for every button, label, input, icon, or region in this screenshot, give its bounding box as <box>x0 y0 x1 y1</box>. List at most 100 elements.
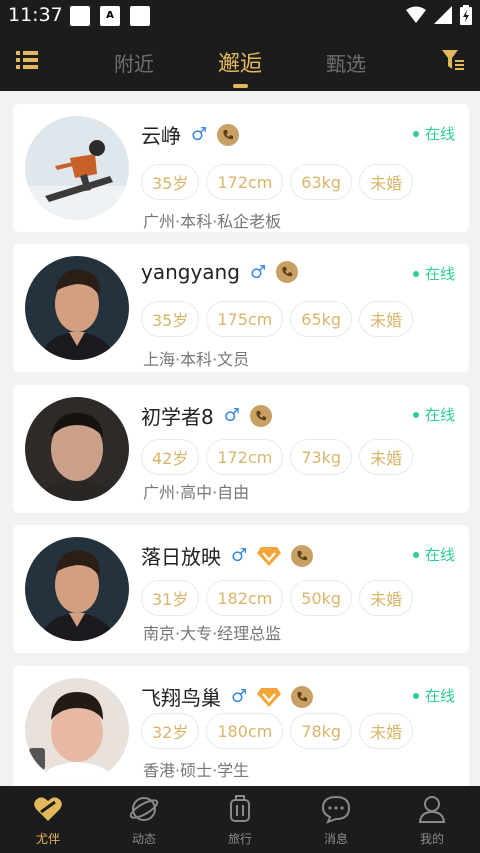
phone-icon[interactable] <box>217 123 240 146</box>
user-meta: 广州·本科·私企老板 <box>143 212 282 231</box>
male-icon: ♂ <box>223 405 240 426</box>
user-meta: 广州·高中·自由 <box>143 483 250 502</box>
user-name: yangyang <box>141 260 240 284</box>
man-avatar <box>25 256 129 360</box>
phone-icon[interactable] <box>291 544 314 567</box>
age-tag: 35岁 <box>141 301 200 337</box>
top-nav: 附近 邂逅 甄选 <box>0 32 480 91</box>
age-tag: 42岁 <box>141 439 200 475</box>
user-name: 落日放映 <box>141 545 221 569</box>
luggage-icon <box>230 795 250 822</box>
avatar[interactable] <box>25 256 129 360</box>
name-row: 初学者8 ♂ <box>141 401 272 430</box>
marital-tag: 未婚 <box>359 713 414 749</box>
filter-icon[interactable] <box>442 49 464 71</box>
user-card[interactable]: yangyang ♂ 在线 35岁 175cm 65kg 未婚 上海·本科·文员 <box>13 244 469 372</box>
nav-moments[interactable]: 动态 <box>96 786 192 853</box>
phone-icon[interactable] <box>249 404 272 427</box>
nav-label: 尤伴 <box>35 832 60 846</box>
nav-label: 动态 <box>131 832 156 846</box>
weight-tag: 65kg <box>290 301 353 337</box>
keyboard-icon: A <box>100 6 120 26</box>
user-meta: 香港·硕士·学生 <box>143 761 250 780</box>
weight-tag: 73kg <box>290 439 353 475</box>
signal-icon <box>434 6 452 24</box>
tag-list: 42岁 172cm 73kg 未婚 <box>141 439 414 475</box>
avatar[interactable] <box>25 678 129 782</box>
name-row: 落日放映 ♂ <box>141 541 314 570</box>
online-status: 在线 <box>412 685 455 706</box>
user-card[interactable]: 云峥 ♂ 在线 35岁 172cm 63kg 未婚 广州·本科·私企老板 <box>13 104 469 232</box>
marital-tag: 未婚 <box>359 301 414 337</box>
user-list: 云峥 ♂ 在线 35岁 172cm 63kg 未婚 广州·本科·私企老板 yan… <box>0 91 480 786</box>
nav-youban[interactable]: 尤伴 <box>0 786 96 853</box>
online-status: 在线 <box>412 404 455 425</box>
man-avatar <box>25 397 129 501</box>
height-tag: 182cm <box>206 580 284 616</box>
tab-indicator <box>233 84 248 88</box>
user-card[interactable]: 落日放映 ♂ 在线 31岁 182cm 50kg 未婚 南京·大专·经理总监 <box>13 525 469 653</box>
user-name: 初学者8 <box>141 405 214 429</box>
snowboarder-avatar <box>25 116 129 220</box>
tab-encounter[interactable]: 邂逅 <box>218 46 262 78</box>
male-icon: ♂ <box>249 261 267 283</box>
planet-icon <box>129 797 159 821</box>
online-status: 在线 <box>412 123 455 144</box>
age-tag: 32岁 <box>141 713 200 749</box>
user-meta: 上海·本科·文员 <box>143 350 250 369</box>
name-row: 飞翔鸟巢 ♂ <box>141 682 314 711</box>
user-card[interactable]: 飞翔鸟巢 ♂ 在线 32岁 180cm 78kg 未婚 香港·硕士·学生 <box>13 666 469 786</box>
tab-selected[interactable]: 甄选 <box>326 48 366 77</box>
battery-icon <box>460 5 472 25</box>
tag-list: 32岁 180cm 78kg 未婚 <box>141 713 414 749</box>
vip-diamond-icon <box>257 546 282 566</box>
marital-tag: 未婚 <box>359 439 414 475</box>
tab-nearby[interactable]: 附近 <box>114 48 154 77</box>
height-tag: 175cm <box>206 301 284 337</box>
user-name: 飞翔鸟巢 <box>141 686 221 710</box>
nav-label: 我的 <box>419 832 444 846</box>
chat-icon <box>321 795 351 824</box>
bottom-nav: 尤伴 动态 旅行 消息 我的 <box>0 786 480 853</box>
tag-list: 35岁 175cm 65kg 未婚 <box>141 301 414 337</box>
weight-tag: 78kg <box>290 713 353 749</box>
man-avatar <box>25 537 129 641</box>
notification-icon <box>70 6 90 26</box>
heart-icon <box>34 797 62 821</box>
weight-tag: 63kg <box>290 164 353 200</box>
nav-messages[interactable]: 消息 <box>288 786 384 853</box>
tag-list: 35岁 172cm 63kg 未婚 <box>141 164 414 200</box>
age-tag: 31岁 <box>141 580 200 616</box>
young-man-avatar <box>25 678 129 782</box>
age-tag: 35岁 <box>141 164 200 200</box>
height-tag: 172cm <box>206 164 284 200</box>
nav-travel[interactable]: 旅行 <box>192 786 288 853</box>
nav-label: 消息 <box>323 832 348 846</box>
weight-tag: 50kg <box>290 580 353 616</box>
list-menu-icon[interactable] <box>16 50 38 70</box>
online-status: 在线 <box>412 544 455 565</box>
status-time: 11:37 <box>8 4 63 26</box>
height-tag: 180cm <box>206 713 284 749</box>
user-card[interactable]: 初学者8 ♂ 在线 42岁 172cm 73kg 未婚 广州·高中·自由 <box>13 385 469 513</box>
vip-diamond-icon <box>257 687 282 707</box>
phone-icon[interactable] <box>276 261 299 283</box>
status-bar: 11:37 A <box>0 0 480 32</box>
notification-icon <box>130 6 150 26</box>
avatar[interactable] <box>25 537 129 641</box>
profile-icon <box>418 796 446 823</box>
male-icon: ♂ <box>191 124 208 145</box>
name-row: yangyang ♂ <box>141 260 299 284</box>
nav-profile[interactable]: 我的 <box>384 786 480 853</box>
male-icon: ♂ <box>231 545 248 566</box>
phone-icon[interactable] <box>291 685 314 708</box>
avatar[interactable] <box>25 116 129 220</box>
marital-tag: 未婚 <box>359 164 414 200</box>
wifi-icon <box>406 6 426 23</box>
avatar[interactable] <box>25 397 129 501</box>
user-name: 云峥 <box>141 124 181 148</box>
nav-label: 旅行 <box>227 832 252 846</box>
marital-tag: 未婚 <box>359 580 414 616</box>
male-icon: ♂ <box>231 686 248 707</box>
name-row: 云峥 ♂ <box>141 120 240 149</box>
